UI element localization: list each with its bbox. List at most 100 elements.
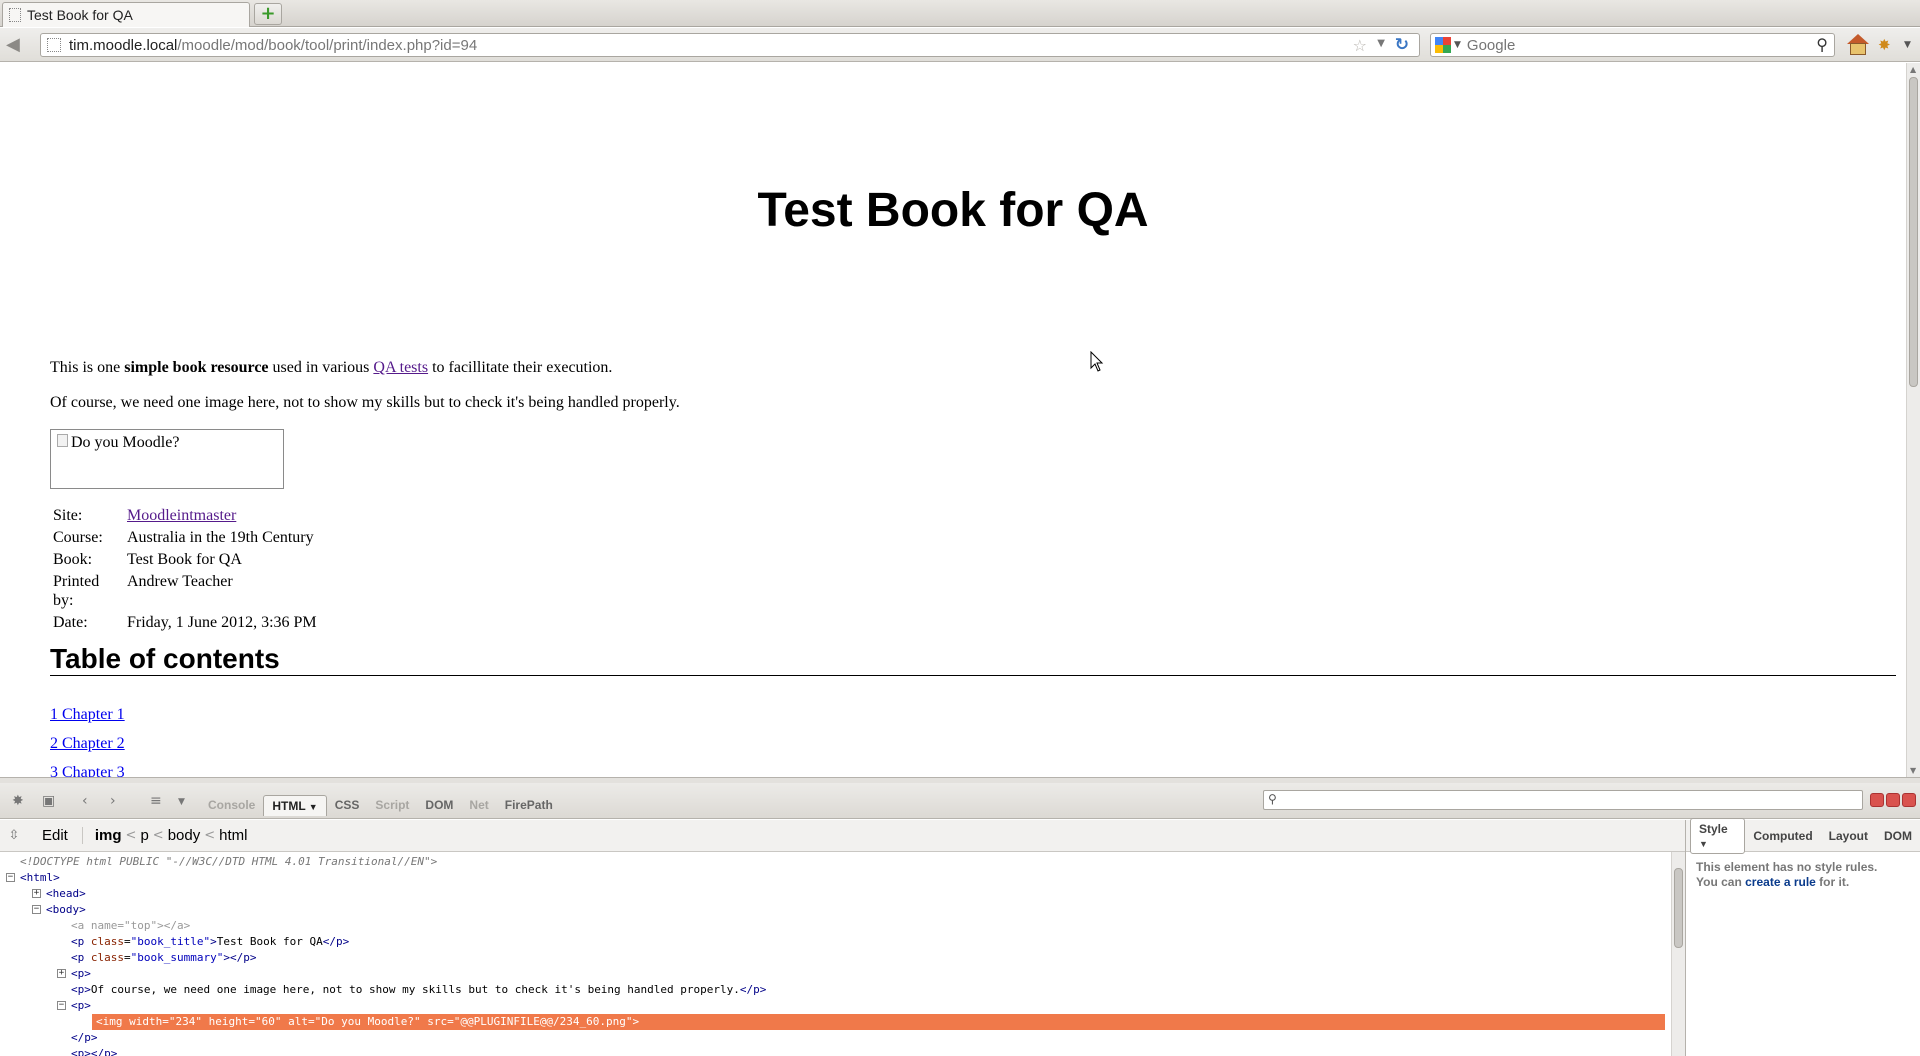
create-rule-link[interactable]: create a rule [1745, 875, 1816, 889]
tab-script[interactable]: Script [367, 795, 417, 816]
scroll-thumb[interactable] [1909, 77, 1918, 387]
crumb-separator: < [125, 828, 137, 843]
tab-strip: Test Book for QA + [0, 0, 1920, 27]
list-icon[interactable]: ≡ [150, 793, 162, 809]
page-scrollbar[interactable]: ▲ ▼ [1906, 63, 1920, 777]
search-bar[interactable]: ▼ ⚲ [1430, 33, 1835, 57]
toc-list: 1 Chapter 1 2 Chapter 2 3 Chapter 3 [50, 700, 125, 777]
firebug-toolbar: ✸ ▣ ‹ › ≡ ▼ Console HTML ▼ CSS Script DO… [0, 783, 1920, 819]
history-dropdown-icon[interactable]: ▼ [1377, 38, 1385, 49]
tab-computed[interactable]: Computed [1745, 826, 1820, 846]
tab-net[interactable]: Net [461, 795, 496, 816]
collapse-icon[interactable]: − [57, 1001, 66, 1010]
no-style-rules-message: This element has no style rules. You can… [1696, 860, 1878, 889]
reload-icon[interactable]: ↻ [1395, 35, 1409, 55]
tree-line-body[interactable]: − <body> [0, 902, 1671, 918]
minimize-icon[interactable] [1870, 793, 1884, 807]
edit-button[interactable]: Edit [28, 827, 83, 844]
expand-panel-icon[interactable]: ⇳ [0, 828, 28, 843]
nav-forward-icon[interactable]: › [110, 793, 116, 809]
collapse-icon[interactable]: − [32, 905, 41, 914]
broken-image-icon [57, 434, 68, 447]
new-tab-button[interactable]: + [254, 3, 282, 25]
google-engine-icon[interactable] [1435, 37, 1451, 53]
engine-dropdown-icon[interactable]: ▼ [1454, 40, 1461, 50]
side-tabs: Style ▼ Computed Layout DOM [1686, 817, 1920, 854]
toc-chapter-2[interactable]: 2 Chapter 2 [50, 735, 125, 752]
tree-line-book-summary[interactable]: <p class="book_summary"></p> [0, 950, 1671, 966]
list-item: 1 Chapter 1 [50, 700, 125, 729]
crumb-p[interactable]: p [136, 827, 152, 844]
html-tree: <!DOCTYPE html PUBLIC "-//W3C//DTD HTML … [0, 852, 1671, 1056]
broken-image: Do you Moodle? [50, 429, 284, 489]
tree-line-p-empty[interactable]: <p></p> [0, 1046, 1671, 1056]
expand-icon[interactable]: + [57, 969, 66, 978]
image-alt-text: Do you Moodle? [71, 434, 180, 451]
site-link[interactable]: Moodleintmaster [127, 507, 236, 524]
page-content: Test Book for QA This is one simple book… [0, 63, 1906, 777]
tree-line-p-open[interactable]: − <p> [0, 998, 1671, 1014]
url-bar[interactable]: tim.moodle.local/moodle/mod/book/tool/pr… [40, 33, 1420, 57]
paragraph-image-note: Of course, we need one image here, not t… [50, 394, 680, 411]
book-info-table: Site: Moodleintmaster Course: Australia in… [50, 504, 319, 633]
crumb-separator: < [152, 828, 164, 843]
crumb-html[interactable]: html [215, 827, 251, 844]
scroll-thumb[interactable] [1674, 868, 1683, 948]
site-identity-icon[interactable] [47, 38, 61, 52]
inspect-element-icon[interactable]: ▣ [42, 793, 55, 809]
tree-line-book-title[interactable]: <p class="book_title">Test Book for QA</… [0, 934, 1671, 950]
tab-side-dom[interactable]: DOM [1876, 826, 1920, 846]
back-button[interactable]: ◀ [6, 35, 28, 55]
browser-tab[interactable]: Test Book for QA [2, 2, 250, 27]
search-input[interactable] [1466, 36, 1797, 54]
tab-style[interactable]: Style ▼ [1690, 817, 1746, 854]
home-button[interactable] [1845, 34, 1871, 56]
tab-dom[interactable]: DOM [417, 795, 461, 816]
tree-line-html[interactable]: − <html> [0, 870, 1671, 886]
collapse-icon[interactable]: − [6, 873, 15, 882]
close-icon[interactable] [1902, 793, 1916, 807]
toc-chapter-3[interactable]: 3 Chapter 3 [50, 764, 125, 777]
tree-line-p-text[interactable]: <p>Of course, we need one image here, no… [0, 982, 1671, 998]
scroll-up-icon[interactable]: ▲ [1910, 65, 1916, 74]
tree-line-p-close[interactable]: </p> [0, 1030, 1671, 1046]
panel-dropdown-icon[interactable]: ▼ [178, 797, 185, 807]
url-path: /moodle/mod/book/tool/print/index.php?id… [177, 36, 478, 54]
nav-back-icon[interactable]: ‹ [82, 793, 88, 809]
scroll-down-icon[interactable]: ▼ [1910, 766, 1916, 775]
url-text: tim.moodle.local/moodle/mod/book/tool/pr… [69, 37, 477, 54]
tab-css[interactable]: CSS [327, 795, 368, 816]
info-row: Printed by: Andrew Teacher [53, 573, 233, 609]
qa-tests-link[interactable]: QA tests [373, 359, 428, 376]
crumb-body[interactable]: body [164, 827, 205, 844]
mouse-cursor-icon [1090, 351, 1104, 372]
tree-line-img-selected[interactable]: <img width="234" height="60" alt="Do you… [92, 1014, 1665, 1030]
html-tree-scrollbar[interactable] [1671, 852, 1685, 1056]
firebug-search-input[interactable]: ⚲ [1263, 790, 1863, 810]
book-summary: This is one simple book resource used in… [50, 359, 613, 376]
info-row: Site: Moodleintmaster [53, 507, 237, 524]
tree-line-head[interactable]: + <head> [0, 886, 1671, 902]
tab-layout[interactable]: Layout [1821, 826, 1876, 846]
plus-icon: + [260, 3, 276, 24]
tab-html[interactable]: HTML ▼ [263, 795, 327, 816]
search-icon[interactable]: ⚲ [1816, 35, 1828, 54]
detach-icon[interactable] [1886, 793, 1900, 807]
tab-firepath[interactable]: FirePath [497, 795, 561, 816]
expand-icon[interactable]: + [32, 889, 41, 898]
info-row: Book: Test Book for QA [53, 551, 242, 568]
firebug-menu-icon[interactable]: ✸ [12, 793, 24, 809]
crumb-img[interactable]: img [91, 827, 126, 844]
tab-console[interactable]: Console [200, 795, 263, 816]
toc-chapter-1[interactable]: 1 Chapter 1 [50, 706, 125, 723]
bookmark-star-icon[interactable]: ☆ [1353, 36, 1367, 55]
summary-bold: simple book resource [124, 359, 269, 376]
tree-line-anchor[interactable]: <a name="top"></a> [0, 918, 1671, 934]
info-row: Course: Australia in the 19th Century [53, 529, 314, 546]
url-host: tim.moodle.local [69, 36, 178, 54]
firebug-icon[interactable]: ✸ [1878, 36, 1898, 54]
menu-dropdown-icon[interactable]: ▼ [1904, 40, 1911, 50]
crumb-separator: < [204, 828, 216, 843]
tree-line-p[interactable]: + <p> [0, 966, 1671, 982]
list-item: 2 Chapter 2 [50, 729, 125, 758]
